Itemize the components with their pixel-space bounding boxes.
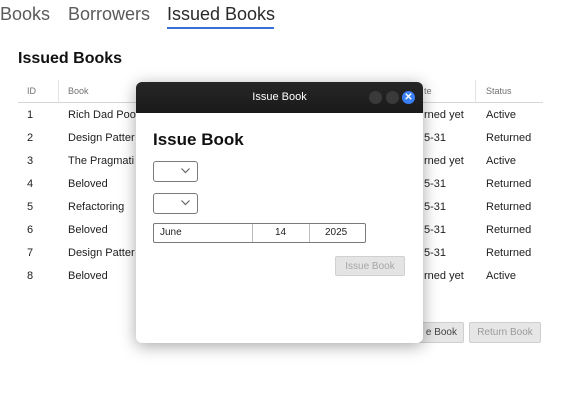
cell-book: Beloved	[68, 224, 108, 236]
issue-date-picker[interactable]: June 14 2025	[153, 223, 366, 243]
date-divider	[252, 224, 253, 242]
cell-status: Active	[486, 109, 516, 121]
cell-book: Rich Dad Poo	[68, 109, 136, 121]
return-book-button[interactable]: Return Book	[469, 322, 541, 343]
dialog-issue-book-button[interactable]: Issue Book	[335, 256, 405, 276]
cell-id: 4	[27, 178, 34, 190]
cell-return-date: rned yet	[424, 109, 464, 121]
cell-id: 5	[27, 201, 34, 213]
maximize-button[interactable]	[386, 91, 399, 104]
close-button[interactable]: ✕	[402, 91, 415, 104]
cell-book: Design Patter	[68, 132, 135, 144]
cell-book: Beloved	[68, 178, 108, 190]
cell-status: Active	[486, 270, 516, 282]
page-title: Issued Books	[18, 50, 123, 67]
column-header-return-date: te	[424, 86, 432, 96]
column-divider	[58, 80, 59, 102]
cell-return-date: 5-31	[424, 247, 447, 259]
cell-return-date: 5-31	[424, 224, 447, 236]
dialog-titlebar[interactable]: Issue Book ✕	[136, 82, 423, 113]
cell-return-date: 5-31	[424, 132, 447, 144]
active-tab-indicator	[167, 27, 274, 29]
date-month-field[interactable]: June	[160, 224, 182, 242]
column-divider	[475, 80, 476, 102]
cell-id: 6	[27, 224, 34, 236]
tab-books[interactable]: Books	[0, 4, 50, 25]
cell-status: Returned	[486, 132, 532, 144]
cell-status: Returned	[486, 178, 532, 190]
cell-return-date: 5-31	[424, 178, 447, 190]
column-header-book: Book	[68, 86, 89, 96]
date-day-field[interactable]: 14	[275, 224, 286, 242]
cell-return-date: rned yet	[424, 155, 464, 167]
cell-id: 8	[27, 270, 34, 282]
cell-book: Beloved	[68, 270, 108, 282]
cell-id: 3	[27, 155, 34, 167]
cell-return-date: 5-31	[424, 201, 447, 213]
cell-return-date: rned yet	[424, 270, 464, 282]
cell-id: 7	[27, 247, 34, 259]
cell-book: Design Patter	[68, 247, 135, 259]
date-divider	[309, 224, 310, 242]
cell-id: 1	[27, 109, 34, 121]
column-header-id: ID	[27, 86, 36, 96]
column-header-status: Status	[486, 86, 512, 96]
cell-status: Active	[486, 155, 516, 167]
borrower-select[interactable]	[153, 193, 198, 214]
issue-book-dialog: Issue Book ✕ Issue Book June 14 2025 Iss…	[136, 82, 423, 343]
cell-id: 2	[27, 132, 34, 144]
cell-book: The Pragmati	[68, 155, 135, 167]
book-select[interactable]	[153, 161, 198, 182]
minimize-button[interactable]	[369, 91, 382, 104]
tab-issued-books[interactable]: Issued Books	[167, 4, 275, 25]
cell-status: Returned	[486, 247, 532, 259]
dialog-heading: Issue Book	[153, 130, 244, 149]
cell-status: Returned	[486, 201, 532, 213]
date-year-field[interactable]: 2025	[325, 224, 347, 242]
cell-status: Returned	[486, 224, 532, 236]
chevron-down-icon	[180, 197, 191, 211]
cell-book: Refactoring	[68, 201, 125, 213]
tab-borrowers[interactable]: Borrowers	[68, 4, 150, 25]
chevron-down-icon	[180, 165, 191, 179]
